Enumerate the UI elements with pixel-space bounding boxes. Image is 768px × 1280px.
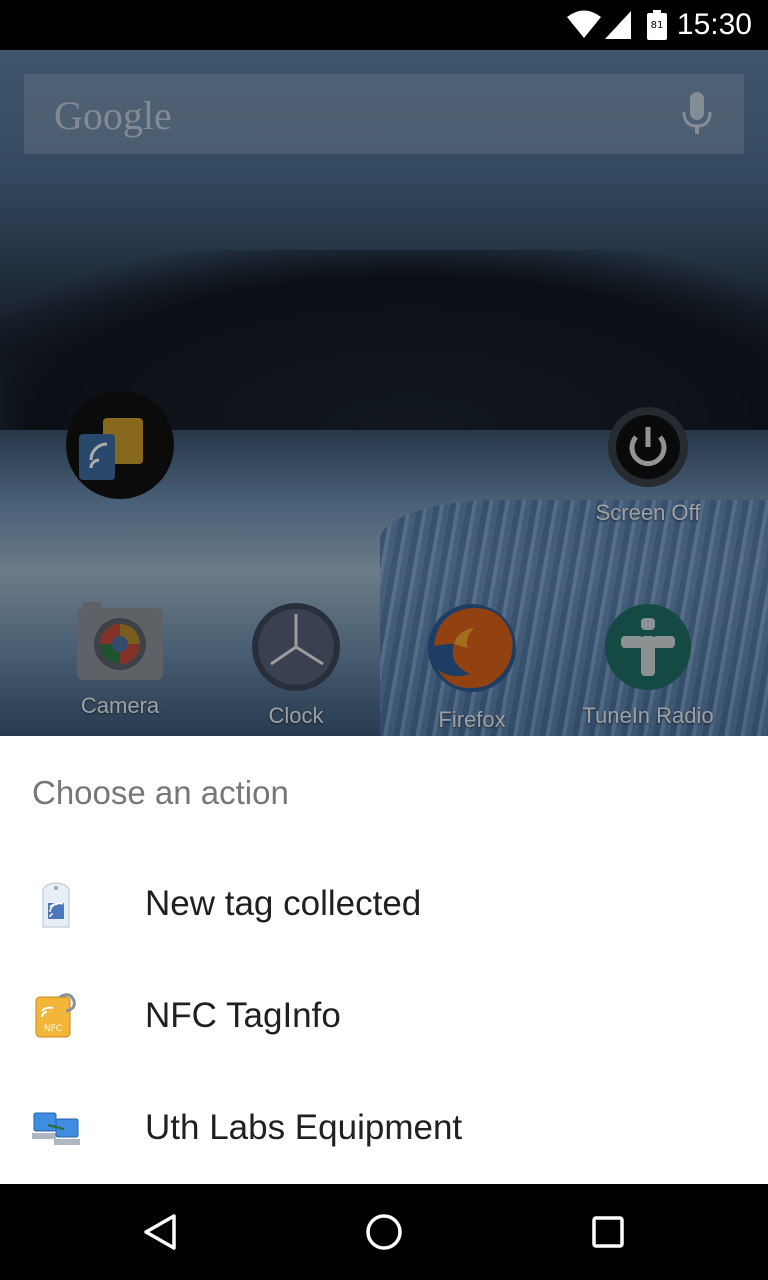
option-label: NFC TagInfo xyxy=(145,996,341,1035)
status-bar: 81 15:30 xyxy=(0,0,768,50)
chooser-option[interactable]: New tag collected xyxy=(0,849,768,961)
wifi-icon xyxy=(567,10,601,38)
signal-icon xyxy=(605,11,631,39)
back-icon[interactable] xyxy=(138,1210,182,1254)
option-label: Uth Labs Equipment xyxy=(145,1108,463,1147)
dim-overlay xyxy=(0,50,768,736)
chooser-option[interactable]: NFC NFC TagInfo xyxy=(0,961,768,1073)
tag-collected-icon xyxy=(42,882,70,928)
battery-level: 81 xyxy=(651,20,664,31)
option-label: New tag collected xyxy=(145,884,422,923)
computers-icon xyxy=(32,1112,80,1145)
clock-time: 15:30 xyxy=(676,8,752,41)
svg-text:NFC: NFC xyxy=(44,1024,62,1034)
battery-icon: 81 xyxy=(647,10,667,40)
nfc-taginfo-icon: NFC xyxy=(35,993,76,1038)
home-screen: Google Screen Off Camera Clock Firefox T… xyxy=(0,50,768,736)
navigation-bar xyxy=(0,1184,768,1280)
home-icon[interactable] xyxy=(362,1210,406,1254)
chooser-option[interactable]: Uth Labs Equipment xyxy=(0,1073,768,1185)
chooser-title: Choose an action xyxy=(32,774,289,811)
action-chooser-sheet: Choose an action New tag collected NFC N… xyxy=(0,736,768,1184)
recents-icon[interactable] xyxy=(586,1210,630,1254)
